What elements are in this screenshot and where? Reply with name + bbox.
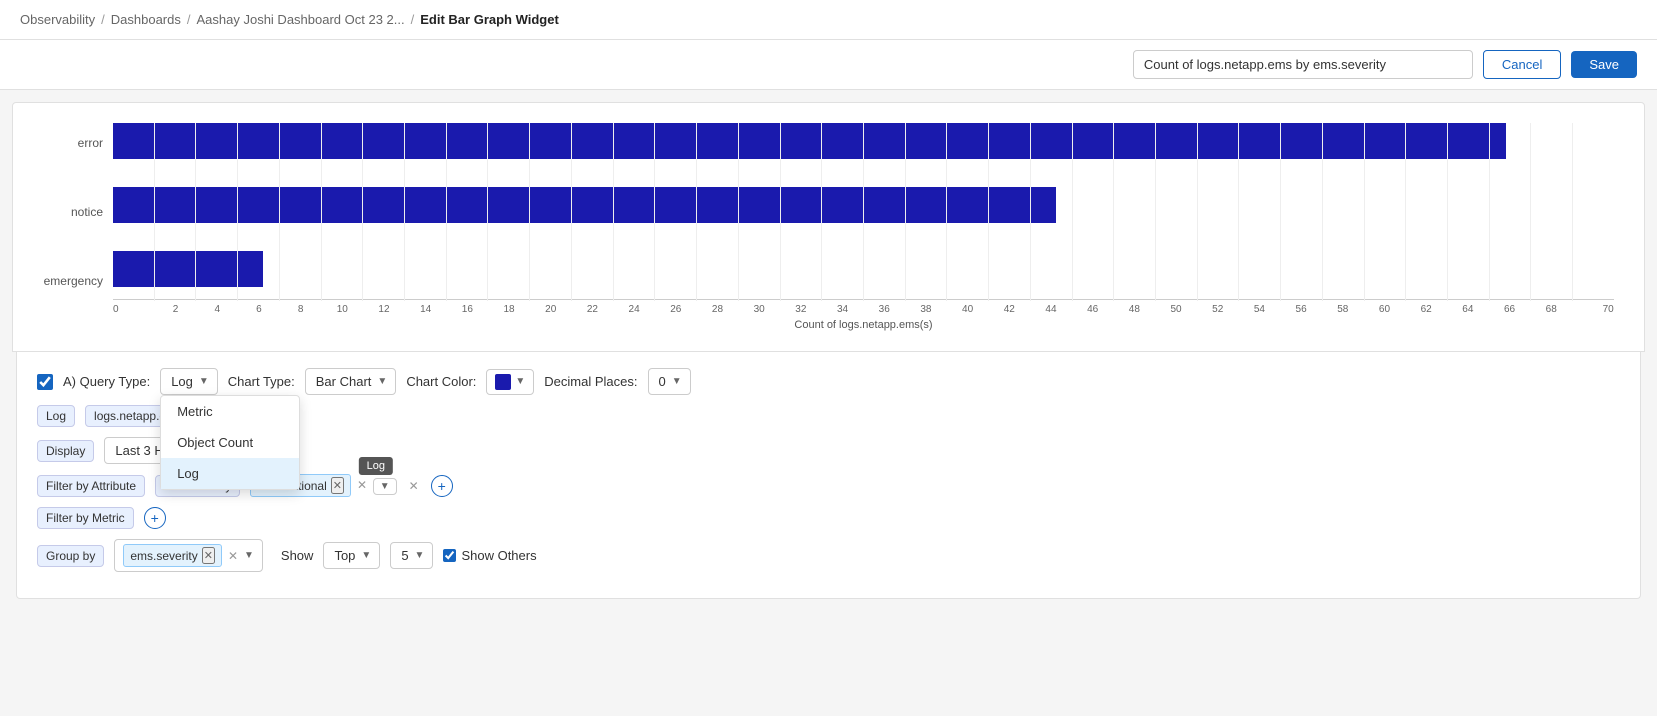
chart-type-label: Chart Type: bbox=[228, 374, 295, 389]
top-count-select[interactable]: 5 ▼ bbox=[390, 542, 433, 569]
group-by-field-container: ems.severity ✕ ✕ ▼ bbox=[114, 539, 263, 572]
decimal-chevron-icon: ▼ bbox=[672, 376, 682, 387]
option-log[interactable]: Log bbox=[161, 458, 299, 489]
bar-row-notice bbox=[113, 187, 1614, 223]
top-count-chevron-icon: ▼ bbox=[415, 550, 425, 561]
decimal-places-label: Decimal Places: bbox=[544, 374, 637, 389]
log-tag: Log bbox=[37, 405, 75, 427]
filter-attr-row-remove[interactable]: ✕ bbox=[407, 479, 421, 493]
filter-attr-chevron-btn[interactable]: ▼ bbox=[373, 478, 397, 495]
filter-metric-label-tag: Filter by Metric bbox=[37, 507, 134, 529]
top-chevron-icon: ▼ bbox=[361, 550, 371, 561]
breadcrumb-item-1[interactable]: Observability bbox=[20, 12, 95, 27]
decimal-places-select[interactable]: 0 ▼ bbox=[648, 368, 691, 395]
option-metric[interactable]: Metric bbox=[161, 396, 299, 427]
header-row: Cancel Save bbox=[0, 40, 1657, 90]
group-by-label-tag: Group by bbox=[37, 545, 104, 567]
config-row-1: A) Query Type: Log ▼ Metric Object Count… bbox=[37, 368, 1620, 395]
chart-panel: error notice emergency bbox=[12, 102, 1645, 352]
show-label: Show bbox=[281, 548, 314, 563]
filter-attr-add-btn[interactable]: + bbox=[431, 475, 453, 497]
chart-type-value: Bar Chart bbox=[316, 374, 372, 389]
group-by-chevron-icon[interactable]: ▼ bbox=[244, 550, 254, 561]
query-type-dropdown: Metric Object Count Log bbox=[160, 395, 300, 490]
filter-attr-label-tag: Filter by Attribute bbox=[37, 475, 145, 497]
widget-title-input[interactable] bbox=[1133, 50, 1473, 79]
config-row-group-by: Group by ems.severity ✕ ✕ ▼ Show Top ▼ 5… bbox=[37, 539, 1620, 572]
color-box bbox=[495, 374, 511, 390]
chart-color-swatch[interactable]: ▼ bbox=[486, 369, 534, 395]
filter-attr-chevron-icon: ▼ bbox=[380, 481, 390, 492]
y-label-emergency: emergency bbox=[44, 263, 103, 299]
color-chevron-icon: ▼ bbox=[515, 376, 525, 387]
x-axis-label: Count of logs.netapp.ems(s) bbox=[113, 319, 1614, 331]
query-type-value: Log bbox=[171, 374, 193, 389]
filter-attr-pill-remove[interactable]: ✕ bbox=[331, 477, 344, 494]
chevron-down-icon: ▼ bbox=[199, 376, 209, 387]
option-object-count[interactable]: Object Count bbox=[161, 427, 299, 458]
query-checkbox[interactable] bbox=[37, 374, 53, 390]
config-panel: A) Query Type: Log ▼ Metric Object Count… bbox=[16, 352, 1641, 599]
config-row-filter-metric: Filter by Metric + bbox=[37, 507, 1620, 529]
group-by-clear-btn[interactable]: ✕ bbox=[226, 549, 240, 563]
group-by-pill: ems.severity ✕ bbox=[123, 544, 222, 567]
group-by-pill-value: ems.severity bbox=[130, 549, 197, 563]
y-label-notice: notice bbox=[71, 194, 103, 230]
show-others-checkbox[interactable] bbox=[443, 549, 456, 562]
display-label-tag: Display bbox=[37, 440, 94, 462]
decimal-places-value: 0 bbox=[659, 374, 666, 389]
tooltip-anchor: ✕ ▼ Log bbox=[355, 477, 397, 495]
save-button[interactable]: Save bbox=[1571, 51, 1637, 78]
x-axis: 0 2 4 6 8 10 12 14 16 18 20 22 24 26 28 … bbox=[113, 299, 1614, 315]
top-count-value: 5 bbox=[401, 548, 408, 563]
top-select[interactable]: Top ▼ bbox=[323, 542, 380, 569]
query-type-wrapper: Log ▼ Metric Object Count Log bbox=[160, 368, 218, 395]
log-tooltip: Log bbox=[359, 457, 393, 475]
show-others-label: Show Others bbox=[443, 548, 536, 563]
chart-color-label: Chart Color: bbox=[406, 374, 476, 389]
show-others-text: Show Others bbox=[461, 548, 536, 563]
breadcrumb-item-2[interactable]: Dashboards bbox=[111, 12, 181, 27]
bar-row-emergency bbox=[113, 251, 1614, 287]
breadcrumb: Observability / Dashboards / Aashay Josh… bbox=[0, 0, 1657, 40]
filter-metric-add-btn[interactable]: + bbox=[144, 507, 166, 529]
y-label-error: error bbox=[78, 125, 103, 161]
query-type-select[interactable]: Log ▼ bbox=[160, 368, 218, 395]
group-by-pill-remove[interactable]: ✕ bbox=[202, 547, 215, 564]
filter-attr-clear-btn[interactable]: ✕ bbox=[355, 478, 369, 492]
bar-row-error bbox=[113, 123, 1614, 159]
breadcrumb-item-3[interactable]: Aashay Joshi Dashboard Oct 23 2... bbox=[197, 12, 405, 27]
cancel-button[interactable]: Cancel bbox=[1483, 50, 1561, 79]
chart-type-chevron-icon: ▼ bbox=[377, 376, 387, 387]
chart-type-select[interactable]: Bar Chart ▼ bbox=[305, 368, 397, 395]
top-value: Top bbox=[334, 548, 355, 563]
query-type-label: A) Query Type: bbox=[63, 374, 150, 389]
breadcrumb-current: Edit Bar Graph Widget bbox=[420, 12, 559, 27]
